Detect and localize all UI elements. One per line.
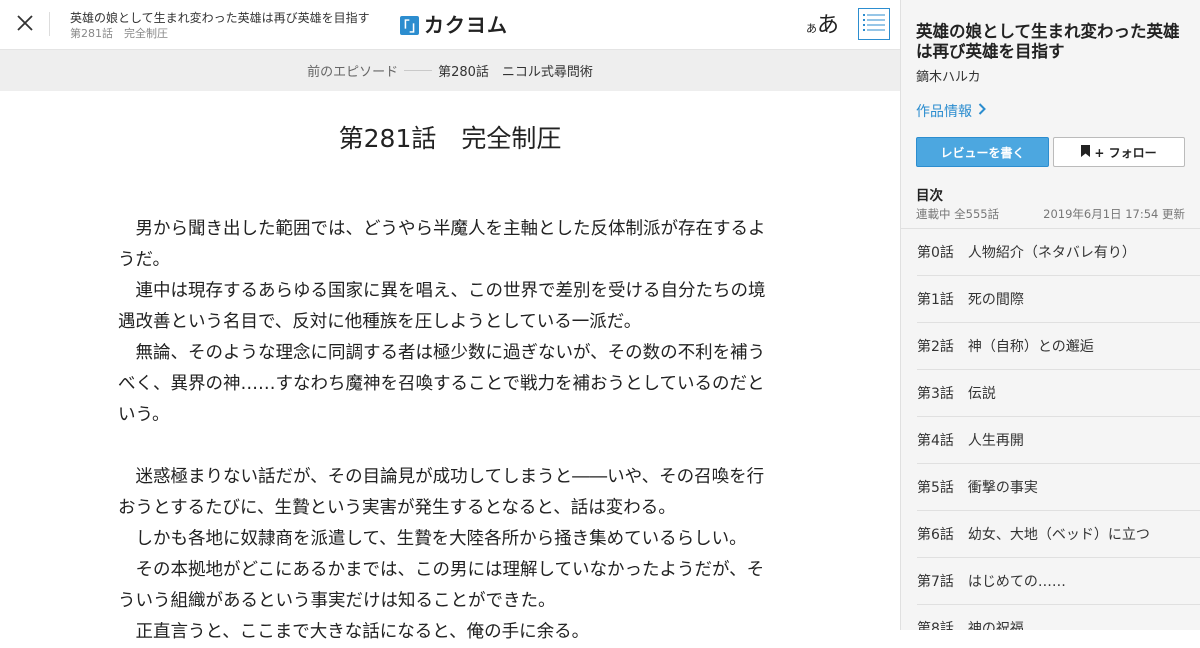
- toc-heading: 目次: [916, 188, 943, 204]
- toc-item[interactable]: 第7話 はじめての……: [917, 558, 1200, 605]
- toc-sidebar: 英雄の娘として生まれ変わった英雄は再び英雄を目指す 鏑木ハルカ 作品情報 レビュ…: [900, 0, 1200, 630]
- header-work-title[interactable]: 英雄の娘として生まれ変わった英雄は再び英雄を目指す: [70, 11, 370, 25]
- header-titles: 英雄の娘として生まれ変わった英雄は再び英雄を目指す 第281話 完全制圧: [70, 11, 370, 41]
- episode-body: 男から聞き出した範囲では、どうやら半魔人を主軸とした反体制派が存在するようだ。 …: [118, 214, 778, 648]
- body-paragraph: 男から聞き出した範囲では、どうやら半魔人を主軸とした反体制派が存在するようだ。: [118, 219, 766, 270]
- toc-item[interactable]: 第8話 神の祝福: [917, 605, 1200, 630]
- follow-button[interactable]: + フォロー: [1053, 137, 1185, 167]
- toc-item-title: 衝撃の事実: [967, 480, 1038, 496]
- toc-item-number: 第1話: [917, 292, 954, 308]
- toc-item-number: 第3話: [917, 386, 954, 402]
- logo-mark: 「」: [397, 15, 423, 35]
- close-button[interactable]: [0, 0, 50, 50]
- episode-title: 第281話 完全制圧: [338, 124, 562, 153]
- body-paragraph: その本拠地がどこにあるかまでは、この男には理解していなかったようだが、そういう組…: [118, 560, 765, 611]
- toc-toggle-button[interactable]: [858, 8, 890, 40]
- toc-item-title: 人物紹介（ネタバレ有り）: [967, 245, 1136, 261]
- write-review-button[interactable]: レビューを書く: [916, 137, 1049, 167]
- toc-item[interactable]: 第2話 神（自称）との邂逅: [917, 323, 1200, 370]
- toc-item-title: 死の間際: [967, 292, 1024, 308]
- toc-item[interactable]: 第6話 幼女、大地（ベッド）に立つ: [917, 511, 1200, 558]
- header-episode-title: 第281話 完全制圧: [70, 27, 168, 40]
- header-divider: [49, 12, 50, 36]
- body-paragraph: しかも各地に奴隷商を派遣して、生贄を大陸各所から掻き集めているらしい。: [118, 529, 747, 549]
- toc-item-title: 神（自称）との邂逅: [967, 339, 1094, 355]
- logo-text: カクヨム: [424, 13, 508, 37]
- reader-header: 英雄の娘として生まれ変わった英雄は再び英雄を目指す 第281話 完全制圧 「」 …: [0, 0, 900, 50]
- last-updated: 2019年6月1日 17:54 更新: [1043, 207, 1185, 221]
- toc-item-title: 幼女、大地（ベッド）に立つ: [967, 527, 1150, 543]
- sidebar-author[interactable]: 鏑木ハルカ: [916, 66, 981, 85]
- toc-item-title: 人生再開: [967, 433, 1024, 449]
- toc-item[interactable]: 第4話 人生再開: [917, 417, 1200, 464]
- toc-item[interactable]: 第0話 人物紹介（ネタバレ有り）: [917, 229, 1200, 276]
- toc-item-number: 第7話: [917, 574, 954, 590]
- toc-item-title: 神の祝福: [967, 621, 1024, 630]
- body-paragraph: 無論、そのような理念に同調する者は極少数に過ぎないが、その数の不利を補うべく、異…: [118, 343, 766, 425]
- body-blank-line: [118, 431, 778, 462]
- body-paragraph: 連中は現存するあらゆる国家に異を唱え、この世界で差別を受ける自分たちの境遇改善と…: [118, 281, 766, 332]
- body-paragraph: 迷惑極まりない話だが、その目論見が成功してしまうと――いや、その召喚を行おうとす…: [118, 467, 765, 518]
- kakuyomu-logo[interactable]: 「」 カクヨム: [397, 13, 508, 37]
- font-small-glyph: あ: [806, 22, 817, 35]
- bookmark-icon: [1081, 144, 1094, 160]
- prev-episode-title: 第280話 ニコル式尋問術: [438, 65, 593, 80]
- close-icon: [17, 15, 33, 35]
- font-large-glyph: あ: [817, 13, 840, 38]
- prev-episode-label: 前のエピソード: [307, 65, 399, 80]
- toc-item[interactable]: 第1話 死の間際: [917, 276, 1200, 323]
- toc-item[interactable]: 第3話 伝説: [917, 370, 1200, 417]
- font-size-button[interactable]: あ あ: [806, 8, 839, 40]
- toc-item-number: 第4話: [917, 433, 954, 449]
- list-icon: [863, 13, 885, 35]
- work-info-link[interactable]: 作品情報: [916, 101, 986, 121]
- toc-item-number: 第5話: [917, 480, 954, 496]
- toc-item-number: 第0話: [917, 245, 954, 261]
- toc-item[interactable]: 第5話 衝撃の事実: [917, 464, 1200, 511]
- toc-item-title: 伝説: [967, 386, 996, 402]
- toc-item-number: 第2話: [917, 339, 954, 355]
- follow-label: + フォロー: [1094, 145, 1157, 160]
- prev-episode-divider: [404, 70, 433, 71]
- work-info-label: 作品情報: [916, 104, 972, 120]
- body-paragraph: 正直言うと、ここまで大きな話になると、俺の手に余る。: [118, 622, 590, 642]
- toc-item-number: 第6話: [917, 527, 954, 543]
- sidebar-work-title[interactable]: 英雄の娘として生まれ変わった英雄は再び英雄を目指す: [916, 22, 1186, 62]
- serialization-status: 連載中 全555話: [916, 207, 1000, 221]
- toc-item-title: はじめての……: [967, 574, 1066, 590]
- toc-item-number: 第8話: [917, 621, 954, 630]
- chevron-right-icon: [972, 103, 986, 119]
- prev-episode-link[interactable]: 前のエピソード 第280話 ニコル式尋問術: [0, 50, 900, 91]
- toc-list: 第0話 人物紹介（ネタバレ有り） 第1話 死の間際 第2話 神（自称）との邂逅 第3話…: [917, 229, 1200, 630]
